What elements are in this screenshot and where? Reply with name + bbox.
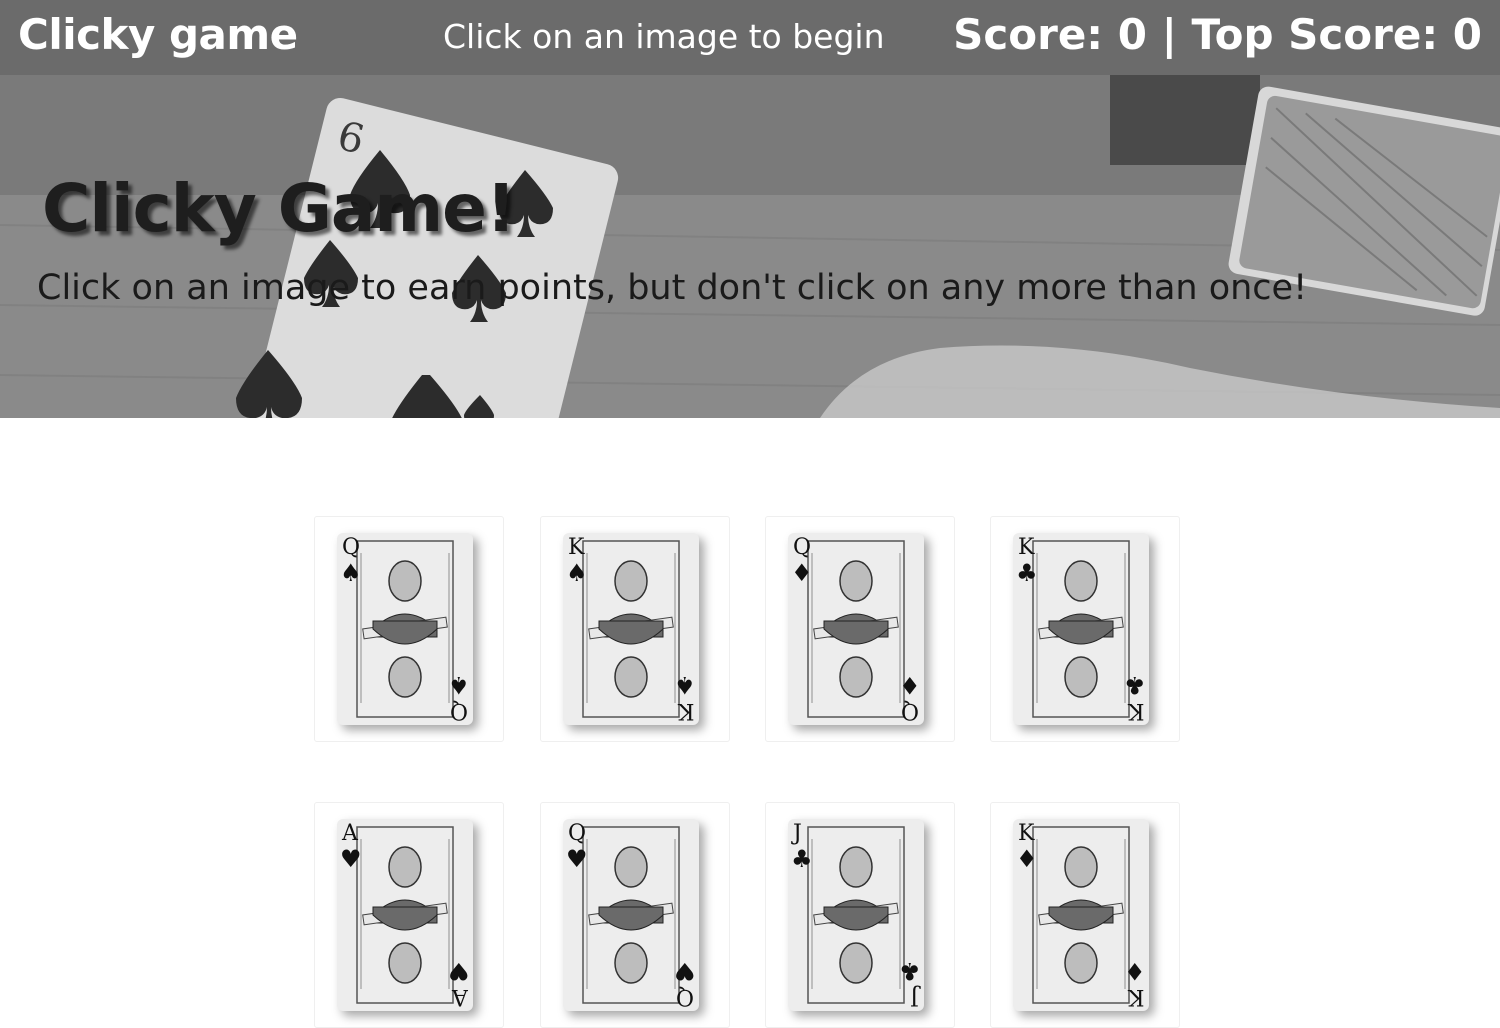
card-rank: Q <box>449 698 468 723</box>
card-suit-icon: ♥ <box>674 957 696 985</box>
card-suit-icon: ♥ <box>566 845 588 873</box>
score-display: Score: 0 | Top Score: 0 <box>953 10 1482 59</box>
card-tile[interactable]: A ♥ A ♥ <box>314 802 504 1028</box>
card-suit-icon: ♠ <box>340 559 362 587</box>
card-suit-icon: ♣ <box>1124 671 1146 699</box>
card-suit-icon: ♥ <box>340 845 362 873</box>
navbar: Clicky game Click on an image to begin S… <box>0 0 1500 75</box>
card-tile[interactable]: Q ♦ Q ♦ <box>765 516 955 742</box>
card-suit-icon: ♦ <box>1124 957 1146 985</box>
card-rank: J <box>793 821 802 846</box>
card-suit-icon: ♠ <box>566 559 588 587</box>
card-suit-icon: ♦ <box>899 671 921 699</box>
card-tile[interactable]: Q ♠ Q ♠ <box>314 516 504 742</box>
card-suit-icon: ♣ <box>899 957 921 985</box>
card-suit-icon: ♠ <box>448 671 470 699</box>
king-of-diamonds-portrait-card[interactable]: K ♦ K ♦ <box>1013 819 1149 1011</box>
card-suit-icon: ♦ <box>1016 845 1038 873</box>
card-rank: K <box>677 698 694 723</box>
ace-of-hearts-portrait-card[interactable]: A ♥ A ♥ <box>337 819 473 1011</box>
card-rank: Q <box>568 821 587 846</box>
card-suit-icon: ♥ <box>448 957 470 985</box>
card-rank: Q <box>900 698 919 723</box>
card-rank: K <box>1127 698 1144 723</box>
card-rank: A <box>452 984 468 1009</box>
card-rank: K <box>1018 821 1035 846</box>
hero-banner: 6 Clicky Game! Click on an image to earn… <box>0 75 1500 418</box>
card-suit-icon: ♣ <box>1016 559 1038 587</box>
card-rank: Q <box>793 535 812 560</box>
queen-of-hearts-portrait-card[interactable]: Q ♥ Q ♥ <box>563 819 699 1011</box>
status-message: Click on an image to begin <box>443 17 885 56</box>
card-tile[interactable]: K ♣ K ♣ <box>990 516 1180 742</box>
card-suit-icon: ♦ <box>791 559 813 587</box>
card-tile[interactable]: K ♦ K ♦ <box>990 802 1180 1028</box>
hero-title: Clicky Game! <box>42 170 516 247</box>
card-tile[interactable]: J ♣ J ♣ <box>765 802 955 1028</box>
card-rank: K <box>568 535 585 560</box>
card-rank: A <box>342 821 358 846</box>
card-rank: Q <box>342 535 361 560</box>
hero-subtitle: Click on an image to earn points, but do… <box>37 268 1308 308</box>
card-tile[interactable]: K ♠ K ♠ <box>540 516 730 742</box>
brand-title[interactable]: Clicky game <box>18 10 298 59</box>
card-rank: K <box>1127 984 1144 1009</box>
card-rank: J <box>910 984 919 1009</box>
queen-of-spades-portrait-card[interactable]: Q ♠ Q ♠ <box>337 533 473 725</box>
card-tile[interactable]: Q ♥ Q ♥ <box>540 802 730 1028</box>
card-suit-icon: ♠ <box>674 671 696 699</box>
king-of-clubs-portrait-card[interactable]: K ♣ K ♣ <box>1013 533 1149 725</box>
card-suit-icon: ♣ <box>791 845 813 873</box>
jack-of-clubs-portrait-card[interactable]: J ♣ J ♣ <box>788 819 924 1011</box>
queen-of-diamonds-portrait-card[interactable]: Q ♦ Q ♦ <box>788 533 924 725</box>
card-rank: K <box>1018 535 1035 560</box>
king-of-spades-portrait-card[interactable]: K ♠ K ♠ <box>563 533 699 725</box>
card-rank: Q <box>675 984 694 1009</box>
